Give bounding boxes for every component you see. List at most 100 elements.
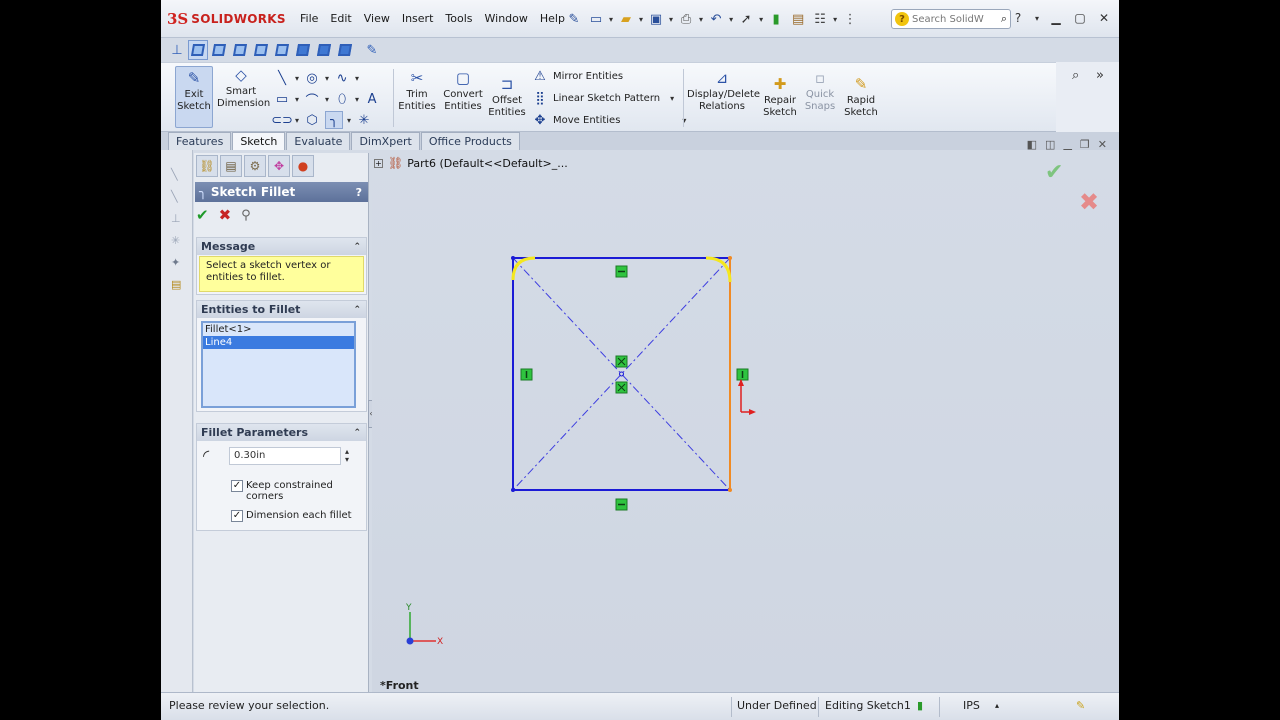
vertical-relation-icon[interactable] [520,368,533,381]
midpoint-relation-icon[interactable] [615,381,628,394]
display-manager-tab-icon[interactable]: ● [292,155,314,177]
strip-tool-icon[interactable]: ✳ [171,234,180,247]
hidden-lines-visible-icon[interactable] [209,40,229,60]
expand-chevron-icon[interactable]: » [1096,68,1104,83]
list-item[interactable]: Line4 [203,336,354,349]
strip-tool-icon[interactable]: ▤ [171,278,181,291]
shaded-edges-icon[interactable] [251,40,271,60]
save-icon[interactable]: ▣ [647,10,665,28]
tab-features[interactable]: Features [168,132,232,150]
convert-entities-button[interactable]: ▢ Convert Entities [441,69,485,113]
quick-tips-icon[interactable]: ✎ [1076,699,1085,712]
move-entities-button[interactable]: ✥ Move Entities ▾ [531,111,687,129]
message-group-header[interactable]: Message ⌃ [197,238,366,255]
search-input[interactable]: Search SolidW [912,14,984,25]
exit-sketch-button[interactable]: ✎ Exit Sketch [175,66,213,128]
tab-evaluate[interactable]: Evaluate [286,132,351,150]
sketch-fillet-icon[interactable]: ╮ [325,111,344,129]
offset-entities-button[interactable]: ⊐ Offset Entities [487,75,527,119]
list-item[interactable]: Fillet<1> [203,323,354,336]
cancel-x-icon[interactable]: ✖ [219,206,232,224]
vertical-relation-icon[interactable] [736,368,749,381]
keep-constrained-corners-checkbox[interactable]: ✓ Keep constrained corners [231,480,336,502]
strip-tool-icon[interactable]: ╲ [171,168,178,181]
linear-pattern-dropdown-icon[interactable]: ▾ [670,94,674,103]
entities-group-header[interactable]: Entities to Fillet ⌃ [197,301,366,318]
tab-dimxpert[interactable]: DimXpert [351,132,420,150]
spline-icon[interactable]: ∿ [333,69,351,87]
fillet-radius-input[interactable]: 0.30in [229,446,341,465]
units-dropdown-icon[interactable]: ▴ [995,701,999,710]
menu-file[interactable]: File [294,12,324,25]
construction-diagonal[interactable] [512,257,731,491]
rebuild-traffic-light-icon[interactable]: ▮ [767,10,785,28]
section-view-icon[interactable] [335,40,355,60]
strip-tool-icon[interactable]: ⊥ [171,212,181,225]
trim-entities-button[interactable]: ✂ Trim Entities [397,69,437,113]
center-point[interactable] [619,371,624,377]
sketch-canvas[interactable]: Y X [372,150,1119,692]
menu-insert[interactable]: Insert [396,12,440,25]
perspective-icon[interactable] [314,40,334,60]
new-document-icon[interactable]: ▭ [587,10,605,28]
ok-checkmark-icon[interactable]: ✔ [196,206,209,224]
strip-tool-icon[interactable]: ✦ [171,256,180,269]
property-manager-tab-icon[interactable]: ▤ [220,155,242,177]
unit-system[interactable]: IPS [963,699,980,712]
magnifier-icon[interactable]: ⌕ [1001,12,1007,26]
collapse-chevron-icon[interactable]: ⌃ [353,242,361,252]
menu-tools[interactable]: Tools [439,12,478,25]
confirmation-ok-icon[interactable]: ✔ [1045,160,1063,185]
mirror-entities-button[interactable]: ⚠ Mirror Entities [531,67,623,85]
sketch-vertex[interactable] [511,488,515,492]
help-icon[interactable]: ? [1009,9,1027,27]
parameters-group-header[interactable]: Fillet Parameters ⌃ [197,424,366,441]
line-icon[interactable]: ╲ [273,69,291,87]
repair-sketch-button[interactable]: ✚ Repair Sketch [761,75,799,119]
collapse-chevron-icon[interactable]: ⌃ [353,428,361,438]
tab-sketch[interactable]: Sketch [232,132,286,150]
horizontal-relation-icon[interactable] [615,265,628,278]
horizontal-relation-icon[interactable] [615,498,628,511]
confirmation-cancel-icon[interactable]: ✖ [1079,188,1099,216]
pushpin-icon[interactable]: ⚲ [241,208,251,223]
construction-diagonal[interactable] [512,257,731,491]
pin-icon[interactable]: ✎ [565,10,583,28]
entities-list[interactable]: Fillet<1> Line4 [201,321,356,408]
display-delete-relations-button[interactable]: ⊿ Display/Delete Relations [687,69,760,113]
undo-dropdown-icon[interactable]: ▾ [729,15,733,24]
select-dropdown-icon[interactable]: ▾ [759,15,763,24]
open-dropdown-icon[interactable]: ▾ [639,15,643,24]
circle-icon[interactable]: ◎ [303,69,321,87]
search-box[interactable]: ? Search SolidW ⌕ [891,9,1011,29]
shaded-icon[interactable] [272,40,292,60]
dimxpert-manager-tab-icon[interactable]: ✥ [268,155,290,177]
configuration-manager-tab-icon[interactable]: ⚙ [244,155,266,177]
normal-to-icon[interactable]: ⊥ [167,40,187,60]
file-properties-icon[interactable]: ▤ [789,10,807,28]
tab-office-products[interactable]: Office Products [420,132,520,150]
help-button[interactable]: ? [356,186,362,199]
collapse-chevron-icon[interactable]: ⌃ [353,305,361,315]
ellipse-icon[interactable]: ⬯ [333,90,351,108]
open-folder-icon[interactable]: ▰ [617,10,635,28]
menu-window[interactable]: Window [479,12,534,25]
help-dropdown-icon[interactable]: ▾ [1033,9,1041,27]
save-dropdown-icon[interactable]: ▾ [669,15,673,24]
new-dropdown-icon[interactable]: ▾ [609,15,613,24]
zoom-icon[interactable]: ⌕ [1072,68,1079,83]
rapid-sketch-button[interactable]: ✎ Rapid Sketch [841,75,881,119]
print-icon[interactable]: ⎙ [677,10,695,28]
midpoint-relation-icon[interactable] [615,355,628,368]
smart-dimension-button[interactable]: ◇ Smart Dimension [217,66,270,110]
strip-tool-icon[interactable]: ╲ [171,190,178,203]
checkbox-check-icon[interactable]: ✓ [231,480,243,492]
dimension-each-fillet-checkbox[interactable]: ✓ Dimension each fillet [231,510,352,522]
slot-icon[interactable]: ⊂⊃ [271,111,293,129]
radius-spinner-icon[interactable]: ▴ ▾ [345,447,349,464]
menu-view[interactable]: View [358,12,396,25]
polygon-icon[interactable]: ⬡ [303,111,321,129]
minimize-icon[interactable]: ▁ [1047,9,1065,27]
arc-icon[interactable]: ⌒ [303,90,321,109]
checkbox-check-icon[interactable]: ✓ [231,510,243,522]
